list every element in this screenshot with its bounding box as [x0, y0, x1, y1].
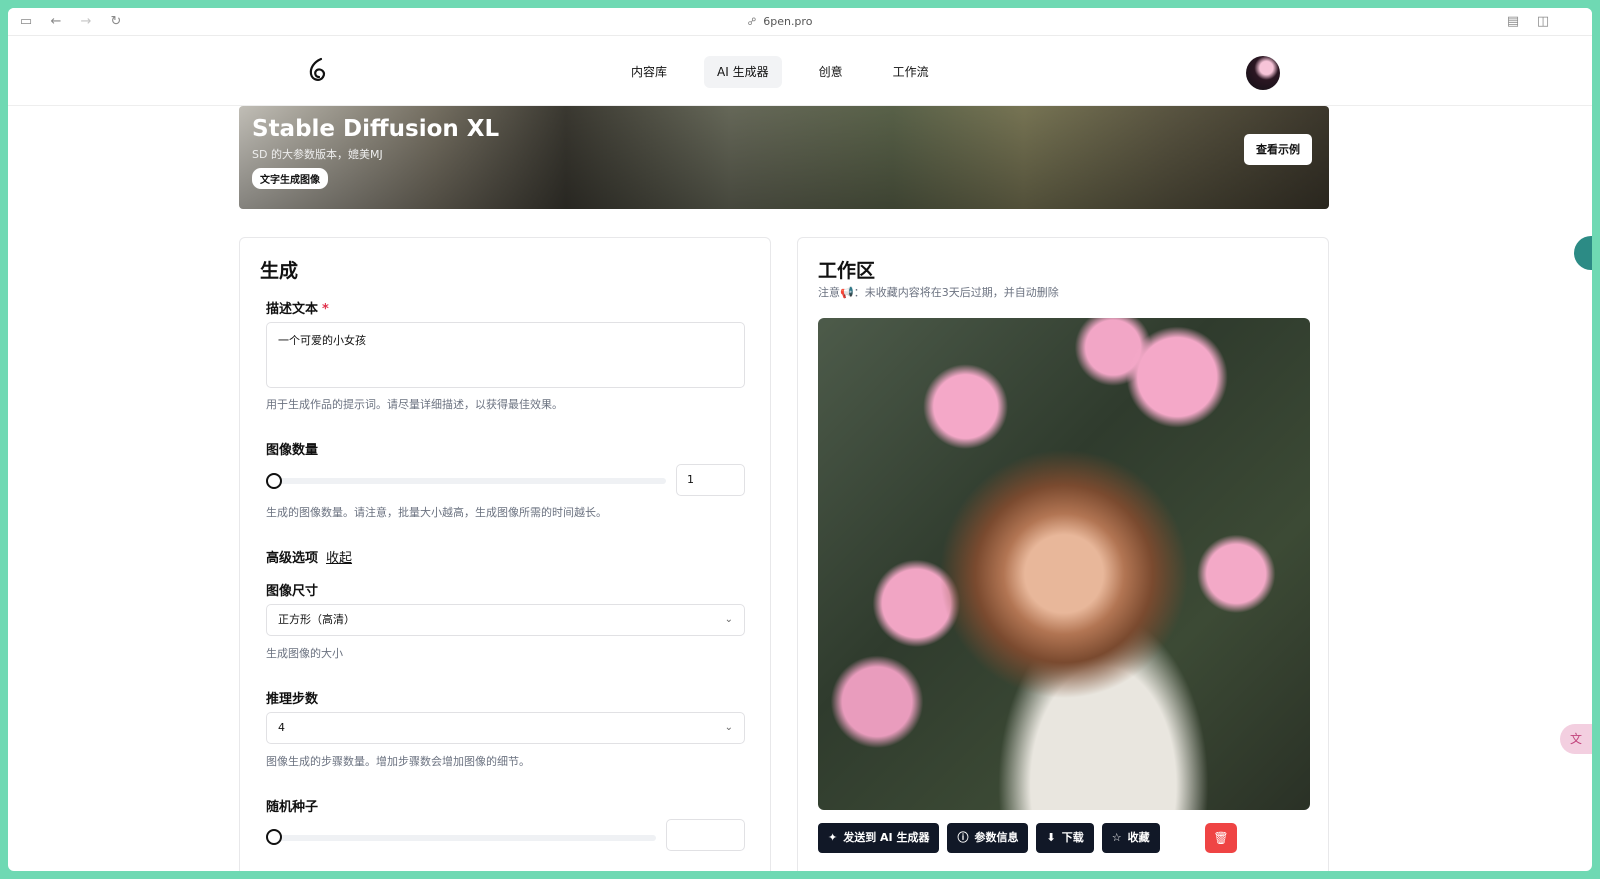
logo[interactable] — [292, 38, 344, 100]
steps-hint: 图像生成的步骤数量。增加步骤数会增加图像的细节。 — [266, 755, 530, 768]
send-label: 发送到 AI 生成器 — [843, 831, 930, 844]
advanced-options-header: 高级选项 收起 — [266, 547, 352, 566]
count-slider-thumb[interactable] — [266, 473, 282, 489]
logo-mark-icon — [309, 57, 325, 81]
info-icon: ⓘ — [957, 831, 969, 844]
reload-icon[interactable]: ↻ — [108, 14, 124, 30]
count-hint: 生成的图像数量。请注意，批量大小越高，生成图像所需的时间越长。 — [266, 506, 607, 519]
download-label: 下载 — [1061, 831, 1084, 844]
count-input[interactable]: 1 — [676, 464, 745, 496]
size-label: 图像尺寸 — [266, 584, 319, 599]
chevron-down-icon: ⌄ — [724, 722, 733, 733]
forward-icon[interactable]: → — [78, 14, 94, 30]
generate-title: 生成 — [260, 260, 299, 282]
split-view-icon[interactable]: ◫ — [1535, 14, 1551, 30]
url-text: 6pen.pro — [763, 15, 813, 28]
seed-input[interactable] — [666, 819, 745, 851]
nav-workflow[interactable]: 工作流 — [880, 56, 942, 88]
size-select[interactable]: 正方形（高清） ⌄ — [266, 604, 745, 636]
back-icon[interactable]: ← — [48, 14, 64, 30]
user-avatar[interactable] — [1246, 56, 1280, 90]
download-button[interactable]: ⬇ 下载 — [1036, 823, 1094, 853]
collapse-link[interactable]: 收起 — [326, 551, 352, 566]
site-header: 内容库 AI 生成器 创意 工作流 — [8, 36, 1592, 106]
nav-ai-generator[interactable]: AI 生成器 — [704, 56, 782, 88]
star-icon: ☆ — [1111, 831, 1122, 844]
address-bar[interactable]: ⚯ 6pen.pro — [744, 14, 813, 30]
workspace-title: 工作区 — [818, 260, 876, 282]
delete-button[interactable]: 🗑 — [1205, 823, 1237, 853]
model-title: Stable Diffusion XL — [252, 116, 500, 142]
browser-toolbar: ▭ ← → ↻ ⚯ 6pen.pro ▤ ◫ — [8, 8, 1592, 36]
count-slider-track[interactable] — [274, 478, 666, 484]
sparkle-icon: ✦ — [828, 831, 838, 844]
main-nav: 内容库 AI 生成器 创意 工作流 — [618, 56, 966, 88]
params-info-button[interactable]: ⓘ 参数信息 — [947, 823, 1029, 853]
model-tag-badge: 文字生成图像 — [252, 168, 328, 189]
params-label: 参数信息 — [974, 831, 1019, 844]
seed-label: 随机种子 — [266, 800, 319, 815]
steps-select-value: 4 — [278, 721, 285, 734]
workspace-note: 注意📢：未收藏内容将在3天后过期，并自动删除 — [818, 286, 1059, 299]
prompt-label-text: 描述文本 — [266, 302, 319, 317]
generate-panel: 生成 描述文本 * 一个可爱的小女孩 用于生成作品的提示词。请尽量详细描述，以获得… — [239, 237, 771, 871]
prompt-hint: 用于生成作品的提示词。请尽量详细描述，以获得最佳效果。 — [266, 398, 563, 411]
translate-icon[interactable]: 文 — [1560, 724, 1592, 754]
favorite-label: 收藏 — [1127, 831, 1150, 844]
send-to-generator-button[interactable]: ✦ 发送到 AI 生成器 — [818, 823, 940, 853]
prompt-label: 描述文本 * — [266, 298, 329, 317]
sidebar-toggle-icon[interactable]: ▭ — [18, 14, 34, 30]
required-mark: * — [322, 302, 329, 317]
floating-side-tab[interactable] — [1574, 236, 1592, 270]
workspace-panel: 工作区 注意📢：未收藏内容将在3天后过期，并自动删除 ✦ 发送到 AI 生成器 ⓘ… — [797, 237, 1329, 871]
size-select-value: 正方形（高清） — [278, 613, 355, 626]
steps-label: 推理步数 — [266, 692, 319, 707]
size-hint: 生成图像的大小 — [266, 647, 343, 660]
seed-slider-track[interactable] — [274, 835, 656, 841]
count-label: 图像数量 — [266, 443, 319, 458]
generated-image[interactable] — [818, 318, 1310, 810]
trash-icon: 🗑 — [1213, 831, 1229, 845]
model-banner: Stable Diffusion XL SD 的大参数版本，媲美MJ 文字生成图… — [239, 106, 1329, 209]
nav-content-library[interactable]: 内容库 — [618, 56, 680, 88]
link-icon: ⚯ — [744, 13, 761, 30]
download-icon: ⬇ — [1046, 831, 1056, 844]
steps-select[interactable]: 4 ⌄ — [266, 712, 745, 744]
prompt-textarea[interactable]: 一个可爱的小女孩 — [266, 322, 745, 388]
chevron-down-icon: ⌄ — [724, 614, 733, 625]
advanced-label: 高级选项 — [266, 551, 319, 566]
model-subtitle: SD 的大参数版本，媲美MJ — [252, 148, 383, 161]
nav-creative[interactable]: 创意 — [806, 56, 856, 88]
seed-slider-thumb[interactable] — [266, 829, 282, 845]
view-examples-button[interactable]: 查看示例 — [1244, 134, 1312, 165]
browser-window: ▭ ← → ↻ ⚯ 6pen.pro ▤ ◫ 内容库 AI 生成器 创意 工作流 … — [8, 8, 1592, 871]
favorite-button[interactable]: ☆ 收藏 — [1101, 823, 1160, 853]
image-actions: ✦ 发送到 AI 生成器 ⓘ 参数信息 ⬇ 下载 ☆ 收藏 — [818, 823, 1160, 853]
reader-icon[interactable]: ▤ — [1505, 14, 1521, 30]
